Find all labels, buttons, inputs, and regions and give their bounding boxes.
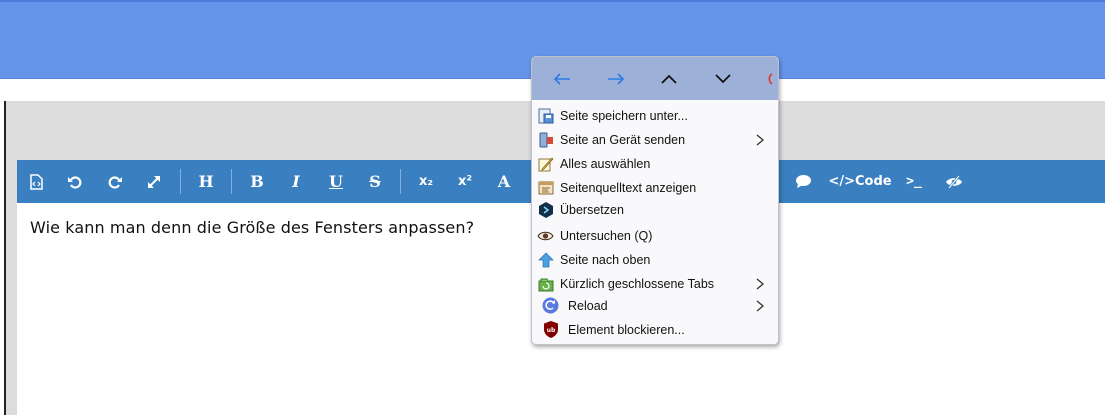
editor-content[interactable]: Wie kann man denn die Größe des Fensters… xyxy=(30,218,474,237)
select-all-icon xyxy=(537,155,554,172)
menu-item-block-element[interactable]: ub Element blockieren... xyxy=(532,318,778,342)
closed-tabs-icon xyxy=(537,275,554,292)
bold-button[interactable]: B xyxy=(246,160,268,203)
menu-item-select-all[interactable]: Alles auswählen xyxy=(532,152,778,176)
subscript-button[interactable]: x₂ xyxy=(413,160,439,203)
terminal-button[interactable]: >_ xyxy=(903,160,925,203)
menu-item-save-page[interactable]: Seite speichern unter... xyxy=(532,104,778,128)
toolbar-separator xyxy=(400,169,401,194)
reload-partial-icon[interactable] xyxy=(760,57,778,100)
svg-text:ub: ub xyxy=(546,327,555,334)
font-button[interactable]: A xyxy=(493,160,515,203)
source-file-icon[interactable] xyxy=(25,160,47,203)
scroll-up-chevron-icon[interactable] xyxy=(649,57,689,100)
toolbar-separator xyxy=(180,169,181,194)
menu-item-closed-tabs[interactable]: Kürzlich geschlossene Tabs xyxy=(532,272,778,296)
strikethrough-button[interactable]: S xyxy=(364,160,386,203)
forward-arrow-icon[interactable] xyxy=(596,57,636,100)
ublock-icon: ub xyxy=(542,321,559,338)
inspect-eye-icon xyxy=(537,227,554,244)
back-arrow-icon[interactable] xyxy=(542,57,582,100)
comment-icon[interactable] xyxy=(791,160,815,203)
menu-item-send-to-device[interactable]: Seite an Gerät senden xyxy=(532,128,778,152)
toolbar-separator xyxy=(231,169,232,194)
heading-button[interactable]: H xyxy=(195,160,217,203)
menu-item-view-source[interactable]: Seitenquelltext anzeigen xyxy=(532,176,778,200)
arrow-up-icon xyxy=(537,251,554,268)
underline-button[interactable]: U xyxy=(325,160,347,203)
context-menu-navigation xyxy=(532,57,778,100)
preview-hide-icon[interactable] xyxy=(943,160,965,203)
view-source-icon xyxy=(537,179,554,196)
superscript-button[interactable]: x² xyxy=(452,160,478,203)
save-page-icon xyxy=(537,107,554,124)
submenu-chevron-icon xyxy=(756,134,765,146)
translate-icon xyxy=(537,201,554,218)
reload-icon xyxy=(542,297,559,314)
left-border xyxy=(4,101,6,415)
menu-item-reload[interactable]: Reload xyxy=(532,294,778,318)
scroll-down-chevron-icon[interactable] xyxy=(703,57,743,100)
submenu-chevron-icon xyxy=(756,300,765,312)
menu-item-translate[interactable]: Übersetzen xyxy=(532,198,778,222)
undo-icon[interactable] xyxy=(64,160,86,203)
italic-button[interactable]: I xyxy=(285,160,307,203)
redo-icon[interactable] xyxy=(104,160,126,203)
menu-item-scroll-top[interactable]: Seite nach oben xyxy=(532,248,778,272)
context-menu: Seite speichern unter... Seite an Gerät … xyxy=(531,56,779,345)
fullscreen-icon[interactable] xyxy=(143,160,165,203)
code-button[interactable]: </>Code xyxy=(828,160,891,203)
menu-item-inspect[interactable]: Untersuchen (Q) xyxy=(532,224,778,248)
send-device-icon xyxy=(537,131,554,148)
submenu-chevron-icon xyxy=(756,278,765,290)
